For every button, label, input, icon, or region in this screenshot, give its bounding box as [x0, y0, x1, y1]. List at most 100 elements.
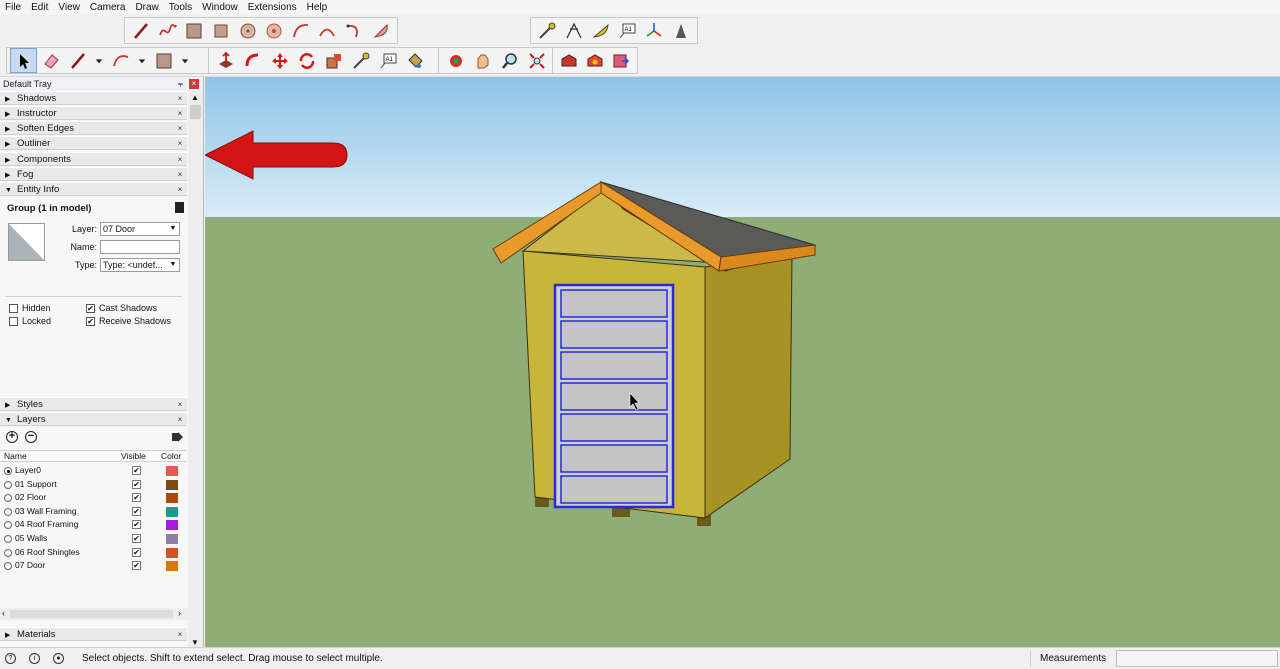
layer-row[interactable]: 04 Roof Framing ✔ [0, 518, 187, 532]
check-icon[interactable]: ✔ [132, 547, 141, 557]
3d-text-icon[interactable] [667, 18, 694, 43]
credits-icon[interactable]: i [29, 653, 40, 664]
layer-color-swatch[interactable] [166, 493, 178, 504]
line-icon[interactable] [128, 18, 155, 43]
active-radio[interactable] [4, 548, 12, 557]
layer-color-swatch[interactable] [166, 547, 178, 558]
rotated-rectangle-icon[interactable] [208, 18, 235, 43]
active-radio[interactable] [4, 467, 12, 475]
push-pull-icon[interactable] [212, 48, 239, 73]
chevron-down-icon[interactable] [91, 48, 107, 73]
chevron-down-icon[interactable] [177, 48, 193, 73]
col-visible[interactable]: Visible [121, 451, 146, 462]
layer-color-swatch[interactable] [166, 561, 178, 572]
panel-instructor[interactable]: ▶ Instructor × [0, 106, 187, 120]
details-arrow-icon[interactable] [172, 431, 184, 443]
panel-shadows[interactable]: ▶ Shadows × [0, 91, 187, 105]
move-icon[interactable] [266, 48, 293, 73]
menu-extensions[interactable]: Extensions [243, 1, 302, 15]
circle-icon[interactable] [234, 18, 261, 43]
close-icon[interactable]: × [175, 93, 185, 104]
layer-row[interactable]: 02 Floor ✔ [0, 491, 187, 505]
layer-color-swatch[interactable] [166, 534, 178, 544]
layer-row[interactable]: 07 Door ✔ [0, 559, 187, 573]
layer-row[interactable]: 01 Support ✔ [0, 478, 187, 492]
locked-checkbox[interactable]: Locked [9, 316, 51, 326]
details-toggle-icon[interactable] [175, 202, 184, 213]
menu-window[interactable]: Window [197, 1, 243, 15]
rotate-icon[interactable] [293, 48, 320, 73]
chevron-down-icon[interactable]: ▼ [191, 638, 199, 647]
layer-select[interactable]: 07 Door ▼ [100, 222, 180, 236]
close-icon[interactable]: × [175, 414, 185, 425]
layer-color-swatch[interactable] [166, 466, 178, 476]
text-icon[interactable]: A1 [614, 18, 641, 43]
rectangle-icon[interactable] [150, 48, 177, 73]
close-icon[interactable]: × [175, 169, 185, 180]
menu-view[interactable]: View [53, 1, 85, 15]
chevron-right-icon[interactable]: › [178, 608, 181, 618]
close-icon[interactable]: × [175, 184, 185, 195]
panel-entity-info[interactable]: ▼ Entity Info × [0, 182, 187, 196]
panel-soften-edges[interactable]: ▶ Soften Edges × [0, 121, 187, 135]
add-layer-icon[interactable]: + [6, 431, 18, 443]
measurements-input[interactable] [1116, 650, 1278, 667]
name-input[interactable] [100, 240, 180, 254]
layer-row[interactable]: 06 Roof Shingles ✔ [0, 546, 187, 560]
active-radio[interactable] [4, 521, 12, 530]
arc-icon[interactable] [107, 48, 134, 73]
close-icon[interactable]: × [175, 123, 185, 134]
scrollbar-thumb[interactable] [10, 610, 173, 618]
layer-color-swatch[interactable] [166, 479, 178, 490]
tape-measure-icon[interactable] [347, 48, 374, 73]
menu-camera[interactable]: Camera [85, 1, 131, 15]
pie-icon[interactable] [367, 18, 394, 43]
col-name[interactable]: Name [4, 451, 27, 462]
panel-fog[interactable]: ▶ Fog × [0, 167, 187, 181]
zoom-icon[interactable] [496, 48, 523, 73]
active-radio[interactable] [4, 480, 12, 489]
active-radio[interactable] [4, 507, 12, 516]
shed-model[interactable] [205, 77, 1280, 647]
model-viewport[interactable] [205, 77, 1280, 647]
check-icon[interactable]: ✔ [132, 506, 141, 516]
check-icon[interactable]: ✔ [132, 561, 141, 571]
layer-row[interactable]: 05 Walls ✔ [0, 532, 187, 546]
arc-icon[interactable] [288, 18, 315, 43]
chevron-left-icon[interactable]: ‹ [2, 608, 5, 618]
panel-outliner[interactable]: ▶ Outliner × [0, 136, 187, 150]
pan-icon[interactable] [469, 48, 496, 73]
freehand-icon[interactable] [155, 18, 182, 43]
zoom-extents-icon[interactable] [523, 48, 550, 73]
paint-bucket-icon[interactable] [401, 48, 428, 73]
menu-edit[interactable]: Edit [26, 1, 53, 15]
pin-icon[interactable]: ⫧ [178, 77, 183, 91]
geolocation-icon[interactable]: ? [5, 653, 16, 664]
hidden-checkbox[interactable]: Hidden [9, 303, 51, 313]
rectangle-icon[interactable] [181, 18, 208, 43]
menu-file[interactable]: File [0, 1, 26, 15]
active-radio[interactable] [4, 535, 12, 543]
select-icon[interactable] [10, 48, 37, 73]
send-to-layout-icon[interactable] [608, 48, 634, 73]
scale-icon[interactable] [320, 48, 347, 73]
panel-materials[interactable]: ▶ Materials × [0, 627, 187, 641]
panel-components[interactable]: ▶ Components × [0, 152, 187, 166]
check-icon[interactable]: ✔ [132, 520, 141, 530]
close-icon[interactable]: × [175, 138, 185, 149]
menu-tools[interactable]: Tools [164, 1, 197, 15]
panel-layers[interactable]: ▼ Layers × [0, 412, 187, 426]
type-select[interactable]: Type: <undef... ▼ [100, 258, 180, 272]
close-icon[interactable]: × [175, 629, 185, 640]
text-icon[interactable]: A1 [374, 48, 401, 73]
chevron-up-icon[interactable]: ▲ [191, 93, 199, 102]
axes-icon[interactable] [641, 18, 668, 43]
check-icon[interactable]: ✔ [132, 466, 141, 475]
layer-color-swatch[interactable] [166, 520, 178, 531]
chevron-down-icon[interactable] [134, 48, 150, 73]
orbit-icon[interactable] [442, 48, 469, 73]
delete-layer-icon[interactable]: − [25, 431, 37, 443]
line-icon[interactable] [64, 48, 91, 73]
panel-styles[interactable]: ▶ Styles × [0, 397, 187, 411]
active-radio[interactable] [4, 562, 12, 571]
